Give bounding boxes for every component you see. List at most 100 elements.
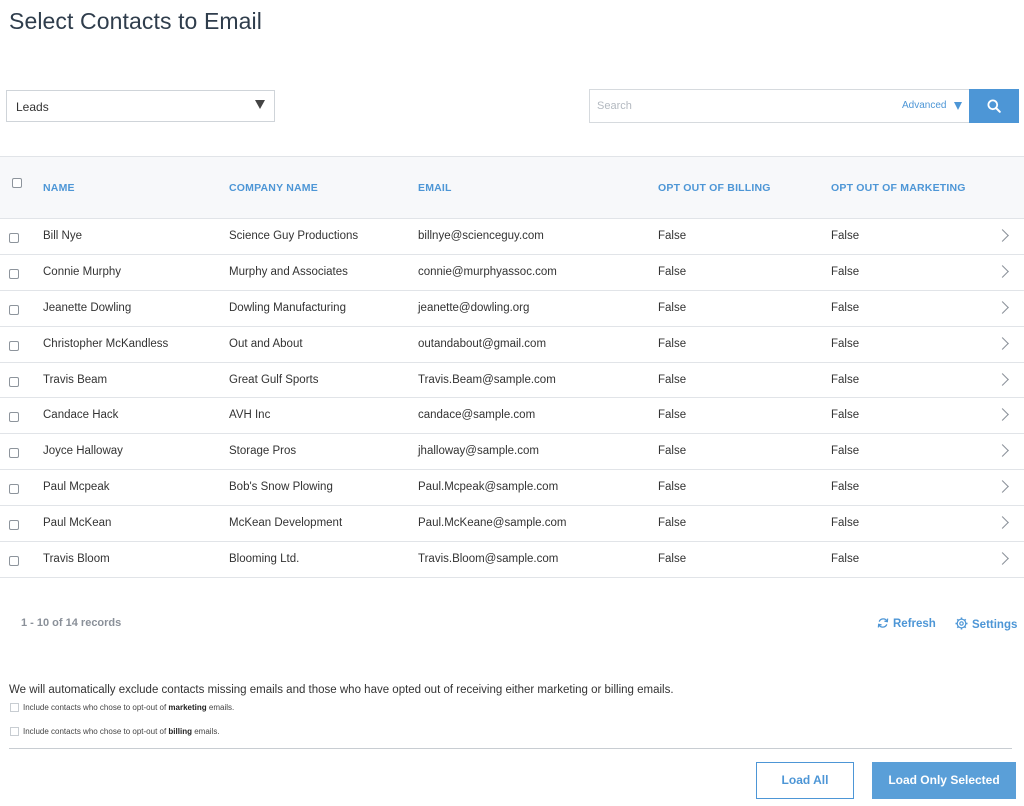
chevron-right-icon[interactable] bbox=[996, 552, 1009, 565]
contact-email: outandabout@gmail.com bbox=[418, 337, 547, 350]
company-name: Murphy and Associates bbox=[229, 265, 348, 278]
chevron-right-icon[interactable] bbox=[996, 336, 1009, 350]
chevron-right-icon[interactable] bbox=[996, 229, 1009, 242]
company-name: AVH Inc bbox=[229, 409, 271, 422]
opt-out-marketing-value: False bbox=[831, 337, 860, 350]
opt-out-marketing-value: False bbox=[831, 373, 860, 386]
exclusion-notice: We will automatically exclude contacts m… bbox=[9, 684, 674, 696]
row-checkbox[interactable] bbox=[9, 556, 19, 567]
include-billing-optout-option[interactable]: Include contacts who chose to opt-out of… bbox=[10, 727, 220, 736]
opt-out-billing-value: False bbox=[658, 517, 687, 530]
row-checkbox[interactable] bbox=[9, 484, 19, 495]
table-row[interactable]: Christopher McKandless Out and About outan… bbox=[0, 327, 1024, 363]
select-all-checkbox[interactable] bbox=[12, 178, 22, 188]
divider bbox=[9, 748, 1012, 749]
contact-name: Jeanette Dowling bbox=[43, 301, 132, 314]
settings-button[interactable]: Settings bbox=[955, 617, 1017, 631]
opt-out-billing-value: False bbox=[658, 265, 687, 278]
contact-name: Travis Bloom bbox=[43, 553, 110, 566]
chevron-right-icon[interactable] bbox=[996, 408, 1009, 422]
opt-out-marketing-value: False bbox=[831, 553, 860, 566]
contact-email: billnye@scienceguy.com bbox=[418, 230, 544, 242]
record-type-select[interactable]: Leads bbox=[6, 90, 275, 122]
refresh-icon bbox=[877, 618, 889, 628]
table-row[interactable]: Candace Hack AVH Inc candace@sample.com Fal… bbox=[0, 398, 1024, 435]
chevron-right-icon[interactable] bbox=[996, 372, 1009, 386]
table-row[interactable]: Paul Mcpeak Bob's Snow Plowing Paul.Mcpeak… bbox=[0, 470, 1024, 507]
include-marketing-optout-option[interactable]: Include contacts who chose to opt-out of… bbox=[10, 703, 234, 712]
table-row[interactable]: Travis Bloom Blooming Ltd. Travis.Bloom@sa… bbox=[0, 542, 1024, 578]
contact-name: Candace Hack bbox=[43, 409, 119, 422]
row-checkbox[interactable] bbox=[9, 376, 19, 387]
column-header-company[interactable]: COMPANY NAME bbox=[229, 182, 318, 194]
column-header-opt-out-marketing[interactable]: OPT OUT OF MARKETING bbox=[831, 182, 966, 194]
contact-email: candace@sample.com bbox=[418, 409, 536, 422]
load-only-selected-button[interactable]: Load Only Selected bbox=[872, 762, 1016, 799]
search-icon bbox=[987, 99, 1001, 113]
opt-out-billing-value: False bbox=[658, 553, 687, 566]
refresh-button[interactable]: Refresh bbox=[877, 617, 936, 630]
chevron-right-icon[interactable] bbox=[996, 516, 1009, 529]
page-title: Select Contacts to Email bbox=[9, 8, 262, 34]
table-row[interactable]: Paul McKean McKean Development Paul.McKean… bbox=[0, 506, 1024, 543]
opt-out-billing-value: False bbox=[658, 337, 687, 350]
opt-out-marketing-value: False bbox=[831, 301, 860, 314]
column-header-name[interactable]: NAME bbox=[43, 182, 75, 194]
include-billing-optout-prefix: Include contacts who chose to opt-out of bbox=[23, 727, 169, 736]
opt-out-marketing-value: False bbox=[831, 517, 860, 530]
load-all-button[interactable]: Load All bbox=[756, 762, 854, 799]
contact-name: Paul McKean bbox=[43, 517, 112, 530]
opt-out-marketing-value: False bbox=[831, 445, 860, 458]
table-row[interactable]: Travis Beam Great Gulf Sports Travis.Beam@… bbox=[0, 363, 1024, 399]
search-box: Advanced bbox=[589, 89, 970, 123]
include-billing-optout-strong: billing bbox=[168, 727, 192, 736]
chevron-right-icon[interactable] bbox=[996, 480, 1009, 494]
contact-name: Joyce Halloway bbox=[43, 445, 123, 458]
settings-label: Settings bbox=[972, 619, 1018, 631]
contact-email: Travis.Beam@sample.com bbox=[418, 373, 556, 386]
contact-name: Bill Nye bbox=[43, 230, 82, 242]
advanced-caret-icon[interactable] bbox=[954, 102, 962, 110]
contact-email: Paul.McKeane@sample.com bbox=[418, 517, 567, 530]
row-checkbox[interactable] bbox=[9, 520, 19, 531]
chevron-right-icon[interactable] bbox=[996, 300, 1009, 314]
company-name: McKean Development bbox=[229, 517, 343, 530]
contacts-table: NAME COMPANY NAME EMAIL OPT OUT OF BILLI… bbox=[0, 156, 1024, 578]
chevron-right-icon[interactable] bbox=[996, 444, 1009, 458]
include-marketing-optout-suffix: emails. bbox=[206, 703, 235, 712]
opt-out-billing-value: False bbox=[658, 373, 687, 386]
table-row[interactable]: Jeanette Dowling Dowling Manufacturing jea… bbox=[0, 291, 1024, 327]
table-row[interactable]: Bill Nye Science Guy Productions billnye@s… bbox=[0, 219, 1024, 255]
table-header: NAME COMPANY NAME EMAIL OPT OUT OF BILLI… bbox=[0, 156, 1024, 219]
row-checkbox[interactable] bbox=[9, 233, 19, 243]
row-checkbox[interactable] bbox=[9, 340, 19, 351]
record-type-value: Leads bbox=[16, 100, 49, 114]
company-name: Science Guy Productions bbox=[229, 230, 359, 242]
company-name: Bob's Snow Plowing bbox=[229, 481, 333, 494]
advanced-search-link[interactable]: Advanced bbox=[902, 100, 946, 111]
opt-out-billing-value: False bbox=[658, 301, 687, 314]
row-checkbox[interactable] bbox=[9, 304, 19, 315]
chevron-right-icon[interactable] bbox=[996, 265, 1009, 278]
table-row[interactable]: Connie Murphy Murphy and Associates connie… bbox=[0, 255, 1024, 291]
column-header-opt-out-billing[interactable]: OPT OUT OF BILLING bbox=[658, 182, 771, 194]
row-checkbox[interactable] bbox=[9, 448, 19, 459]
opt-out-billing-value: False bbox=[658, 230, 687, 242]
include-billing-optout-checkbox[interactable] bbox=[10, 727, 19, 736]
contact-name: Christopher McKandless bbox=[43, 337, 169, 350]
table-row[interactable]: Joyce Halloway Storage Pros jhalloway@samp… bbox=[0, 434, 1024, 471]
row-checkbox[interactable] bbox=[9, 268, 19, 279]
search-input[interactable] bbox=[590, 90, 890, 122]
company-name: Dowling Manufacturing bbox=[229, 301, 346, 314]
records-count: 1 - 10 of 14 records bbox=[21, 617, 122, 629]
opt-out-billing-value: False bbox=[658, 481, 687, 494]
company-name: Great Gulf Sports bbox=[229, 373, 319, 386]
row-checkbox[interactable] bbox=[9, 412, 19, 423]
include-marketing-optout-checkbox[interactable] bbox=[10, 703, 19, 712]
column-header-email[interactable]: EMAIL bbox=[418, 182, 452, 194]
search-button[interactable] bbox=[969, 89, 1019, 123]
contact-name: Paul Mcpeak bbox=[43, 481, 110, 494]
opt-out-billing-value: False bbox=[658, 445, 687, 458]
company-name: Storage Pros bbox=[229, 445, 297, 458]
contact-email: Travis.Bloom@sample.com bbox=[418, 553, 559, 566]
